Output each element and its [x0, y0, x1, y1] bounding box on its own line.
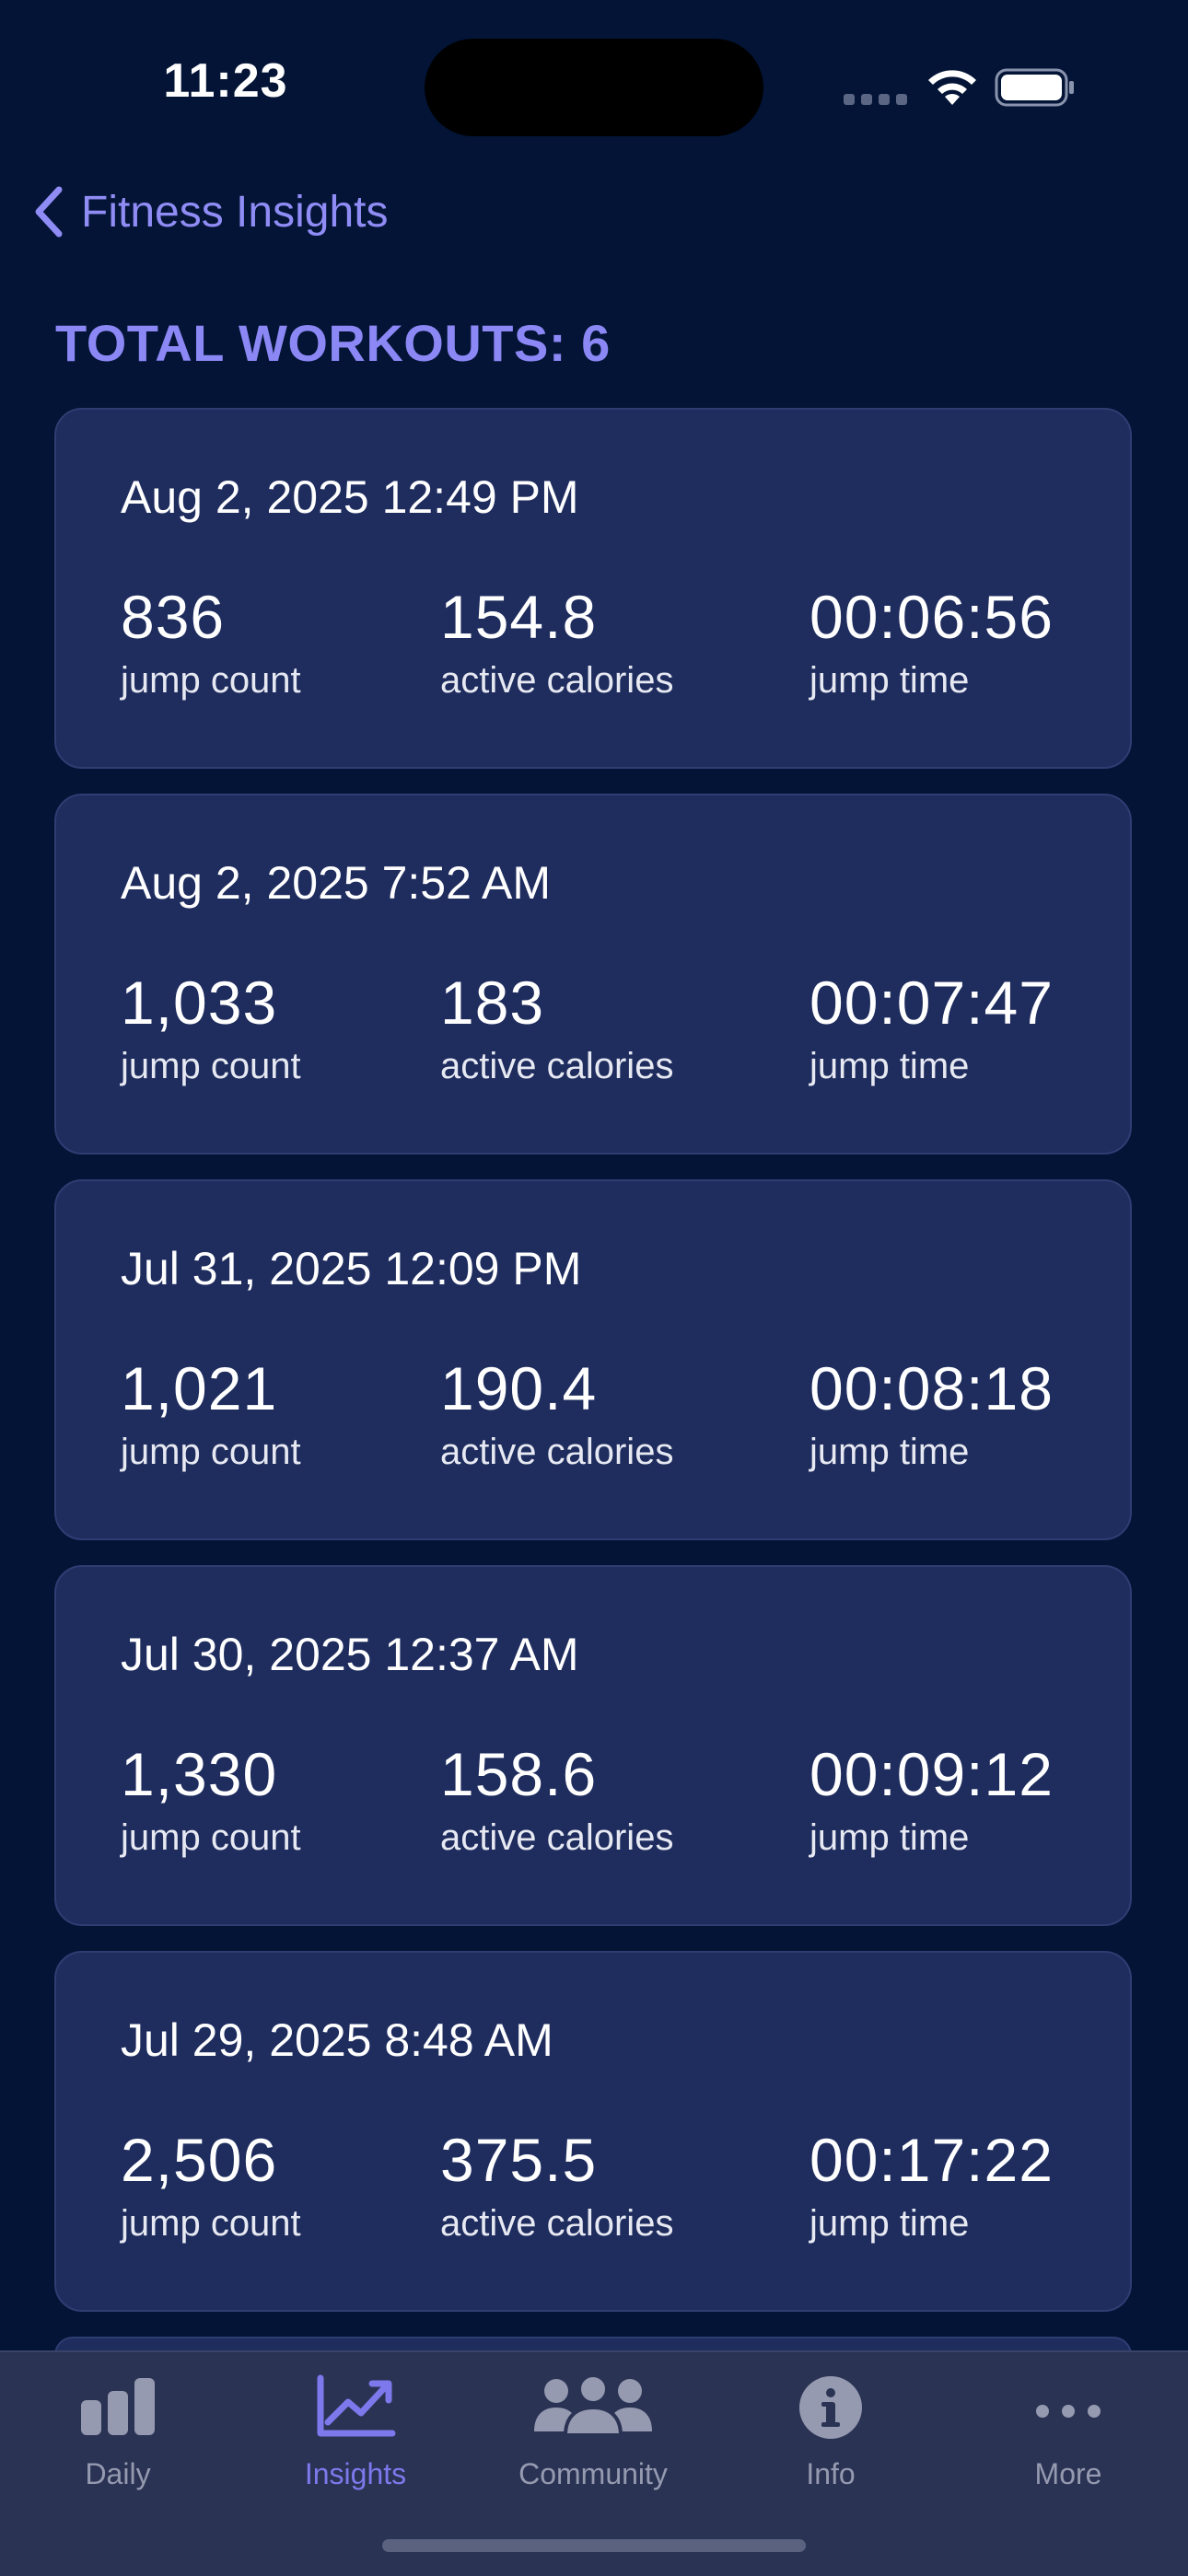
workout-date: Jul 31, 2025 12:09 PM	[121, 1243, 582, 1294]
jump-count-value: 836	[121, 583, 226, 651]
active-calories-label: active calories	[440, 1046, 674, 1086]
active-calories-metric: 158.6 active calories	[440, 1744, 673, 1859]
jump-count-metric: 2,506 jump count	[121, 2129, 301, 2245]
home-indicator[interactable]	[382, 2539, 806, 2552]
active-calories-metric: 190.4 active calories	[440, 1358, 673, 1473]
battery-icon	[995, 68, 1074, 107]
active-calories-label: active calories	[440, 1432, 674, 1472]
jump-time-metric: 00:06:56 jump time	[809, 586, 1054, 702]
jump-count-label: jump count	[121, 1432, 301, 1472]
jump-time-value: 00:09:12	[809, 1740, 1054, 1808]
jump-count-value: 1,330	[121, 1740, 278, 1808]
jump-time-metric: 00:09:12 jump time	[809, 1744, 1054, 1859]
workout-card[interactable]: Jul 30, 2025 12:37 AM 1,330 jump count 1…	[54, 1565, 1132, 1926]
jump-time-label: jump time	[809, 660, 970, 701]
chevron-left-icon	[35, 186, 63, 238]
trend-chart-icon	[317, 2374, 396, 2437]
jump-count-value: 2,506	[121, 2126, 278, 2194]
active-calories-value: 375.5	[440, 2126, 598, 2194]
status-time: 11:23	[163, 54, 288, 108]
dynamic-island	[425, 39, 763, 136]
more-icon	[1036, 2405, 1101, 2418]
jump-time-metric: 00:08:18 jump time	[809, 1358, 1054, 1473]
jump-time-label: jump time	[809, 1817, 970, 1858]
jump-time-value: 00:06:56	[809, 583, 1054, 651]
tab-info[interactable]: Info	[720, 2371, 941, 2518]
workout-card[interactable]: Jul 29, 2025 8:48 AM 2,506 jump count 37…	[54, 1951, 1132, 2312]
active-calories-value: 190.4	[440, 1354, 598, 1422]
jump-time-value: 00:07:47	[809, 969, 1054, 1037]
jump-time-label: jump time	[809, 2203, 970, 2244]
info-icon	[799, 2376, 862, 2439]
active-calories-metric: 183 active calories	[440, 972, 673, 1087]
bar-chart-icon	[81, 2378, 155, 2435]
jump-time-metric: 00:17:22 jump time	[809, 2129, 1054, 2245]
tab-community[interactable]: Community	[483, 2371, 704, 2518]
wifi-icon	[928, 70, 976, 105]
active-calories-value: 183	[440, 969, 545, 1037]
jump-count-value: 1,021	[121, 1354, 278, 1422]
workout-list[interactable]: Aug 2, 2025 12:49 PM 836 jump count 154.…	[54, 408, 1134, 2398]
jump-count-value: 1,033	[121, 969, 278, 1037]
workout-date: Jul 30, 2025 12:37 AM	[121, 1629, 579, 1680]
back-label: Fitness Insights	[81, 187, 389, 237]
jump-time-value: 00:08:18	[809, 1354, 1054, 1422]
tab-insights[interactable]: Insights	[245, 2371, 466, 2518]
jump-count-metric: 1,033 jump count	[121, 972, 301, 1087]
active-calories-label: active calories	[440, 2203, 674, 2244]
tab-daily[interactable]: Daily	[7, 2371, 228, 2518]
people-icon	[534, 2373, 652, 2437]
jump-count-metric: 1,330 jump count	[121, 1744, 301, 1859]
back-button[interactable]: Fitness Insights	[28, 175, 388, 249]
active-calories-value: 154.8	[440, 583, 598, 651]
active-calories-metric: 375.5 active calories	[440, 2129, 673, 2245]
status-icons	[838, 64, 1077, 110]
jump-count-label: jump count	[121, 1817, 301, 1858]
jump-time-metric: 00:07:47 jump time	[809, 972, 1054, 1087]
tab-more[interactable]: More	[958, 2371, 1179, 2518]
cellular-signal-icon	[844, 94, 908, 105]
total-workouts-heading: TOTAL WORKOUTS: 6	[55, 314, 611, 372]
tab-label: Insights	[304, 2457, 407, 2490]
tab-label: Info	[806, 2457, 856, 2490]
tab-label: Community	[518, 2457, 668, 2490]
jump-count-label: jump count	[121, 1046, 301, 1086]
jump-count-metric: 1,021 jump count	[121, 1358, 301, 1473]
workout-card[interactable]: Aug 2, 2025 12:49 PM 836 jump count 154.…	[54, 408, 1132, 769]
jump-count-label: jump count	[121, 2203, 301, 2244]
active-calories-label: active calories	[440, 1817, 674, 1858]
jump-count-metric: 836 jump count	[121, 586, 301, 702]
workout-date: Jul 29, 2025 8:48 AM	[121, 2014, 553, 2066]
active-calories-metric: 154.8 active calories	[440, 586, 673, 702]
workout-date: Aug 2, 2025 7:52 AM	[121, 857, 552, 909]
jump-time-label: jump time	[809, 1046, 970, 1086]
workout-date: Aug 2, 2025 12:49 PM	[121, 471, 579, 523]
jump-time-value: 00:17:22	[809, 2126, 1054, 2194]
tab-label: Daily	[85, 2457, 151, 2490]
status-bar: 11:23	[0, 0, 1188, 166]
jump-time-label: jump time	[809, 1432, 970, 1472]
jump-count-label: jump count	[121, 660, 301, 701]
workout-card[interactable]: Aug 2, 2025 7:52 AM 1,033 jump count 183…	[54, 794, 1132, 1155]
workout-card[interactable]: Jul 31, 2025 12:09 PM 1,021 jump count 1…	[54, 1179, 1132, 1540]
tab-label: More	[1034, 2457, 1102, 2490]
active-calories-label: active calories	[440, 660, 674, 701]
active-calories-value: 158.6	[440, 1740, 598, 1808]
